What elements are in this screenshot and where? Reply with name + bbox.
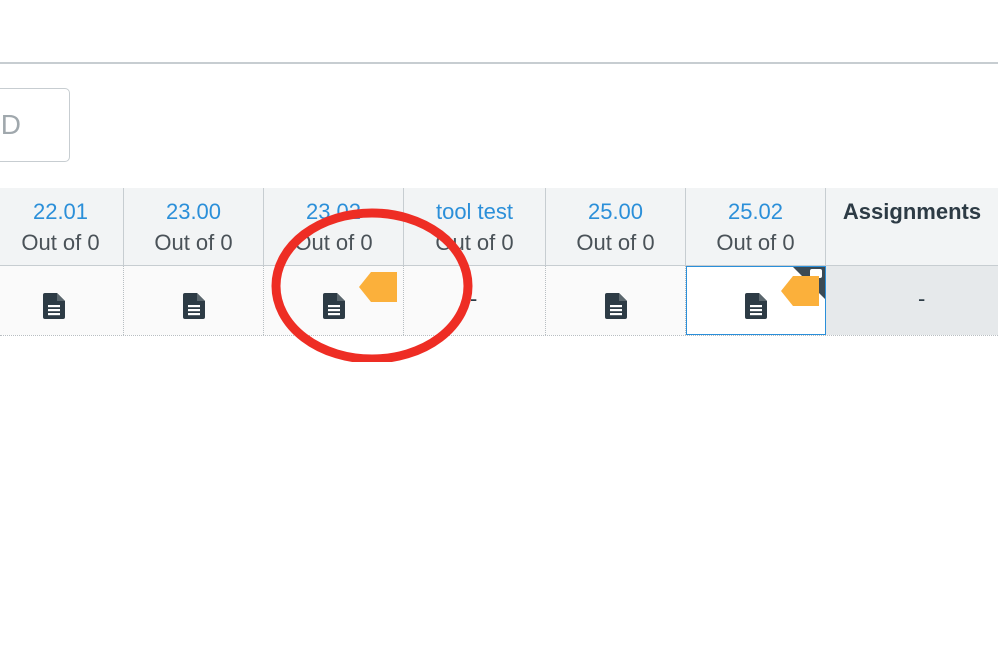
column-name[interactable]: Assignments bbox=[826, 199, 998, 225]
late-flag-icon bbox=[359, 272, 397, 302]
grade-cell-selected[interactable] bbox=[686, 266, 826, 335]
column-header-23-02[interactable]: 23.02 Out of 0 bbox=[264, 188, 404, 265]
header-row: 22.01 Out of 0 23.00 Out of 0 23.02 Out … bbox=[0, 188, 998, 266]
document-icon bbox=[43, 293, 65, 319]
column-points: Out of 0 bbox=[576, 230, 655, 255]
grade-cell[interactable] bbox=[0, 266, 124, 335]
column-points: Out of 0 bbox=[435, 230, 514, 255]
late-flag-icon bbox=[781, 276, 819, 306]
column-points: Out of 0 bbox=[294, 230, 373, 255]
column-name[interactable]: 25.02 bbox=[686, 199, 825, 225]
column-header-22-01[interactable]: 22.01 Out of 0 bbox=[0, 188, 124, 265]
column-header-25-00[interactable]: 25.00 Out of 0 bbox=[546, 188, 686, 265]
column-points: Out of 0 bbox=[21, 230, 100, 255]
document-icon bbox=[183, 293, 205, 319]
column-header-23-00[interactable]: 23.00 Out of 0 bbox=[124, 188, 264, 265]
grade-cell[interactable] bbox=[546, 266, 686, 335]
column-name[interactable]: 25.00 bbox=[546, 199, 685, 225]
column-header-25-02[interactable]: 25.02 Out of 0 bbox=[686, 188, 826, 265]
document-icon bbox=[605, 293, 627, 319]
student-row: - - bbox=[0, 266, 998, 336]
column-name[interactable]: tool test bbox=[404, 199, 545, 225]
column-name[interactable]: 23.02 bbox=[264, 199, 403, 225]
column-points: Out of 0 bbox=[154, 230, 233, 255]
column-points: Out of 0 bbox=[716, 230, 795, 255]
search-placeholder: ID bbox=[0, 109, 21, 140]
gradebook-page: ID 22.01 Out of 0 23.00 Out of 0 23.02 O… bbox=[0, 0, 998, 660]
column-name[interactable]: 22.01 bbox=[0, 199, 123, 225]
grade-cell[interactable]: - bbox=[404, 266, 546, 335]
document-icon bbox=[745, 293, 767, 319]
column-header-tool-test[interactable]: tool test Out of 0 bbox=[404, 188, 546, 265]
search-input[interactable]: ID bbox=[0, 88, 70, 162]
column-header-assignments-total[interactable]: Assignments bbox=[826, 188, 998, 265]
header-divider bbox=[0, 62, 998, 64]
grade-cell-late[interactable] bbox=[264, 266, 404, 335]
total-grade-cell[interactable]: - bbox=[826, 266, 998, 335]
empty-grade: - bbox=[470, 286, 478, 311]
document-icon bbox=[323, 293, 345, 319]
column-name[interactable]: 23.00 bbox=[124, 199, 263, 225]
grade-cell[interactable] bbox=[124, 266, 264, 335]
total-grade-value: - bbox=[918, 286, 926, 311]
